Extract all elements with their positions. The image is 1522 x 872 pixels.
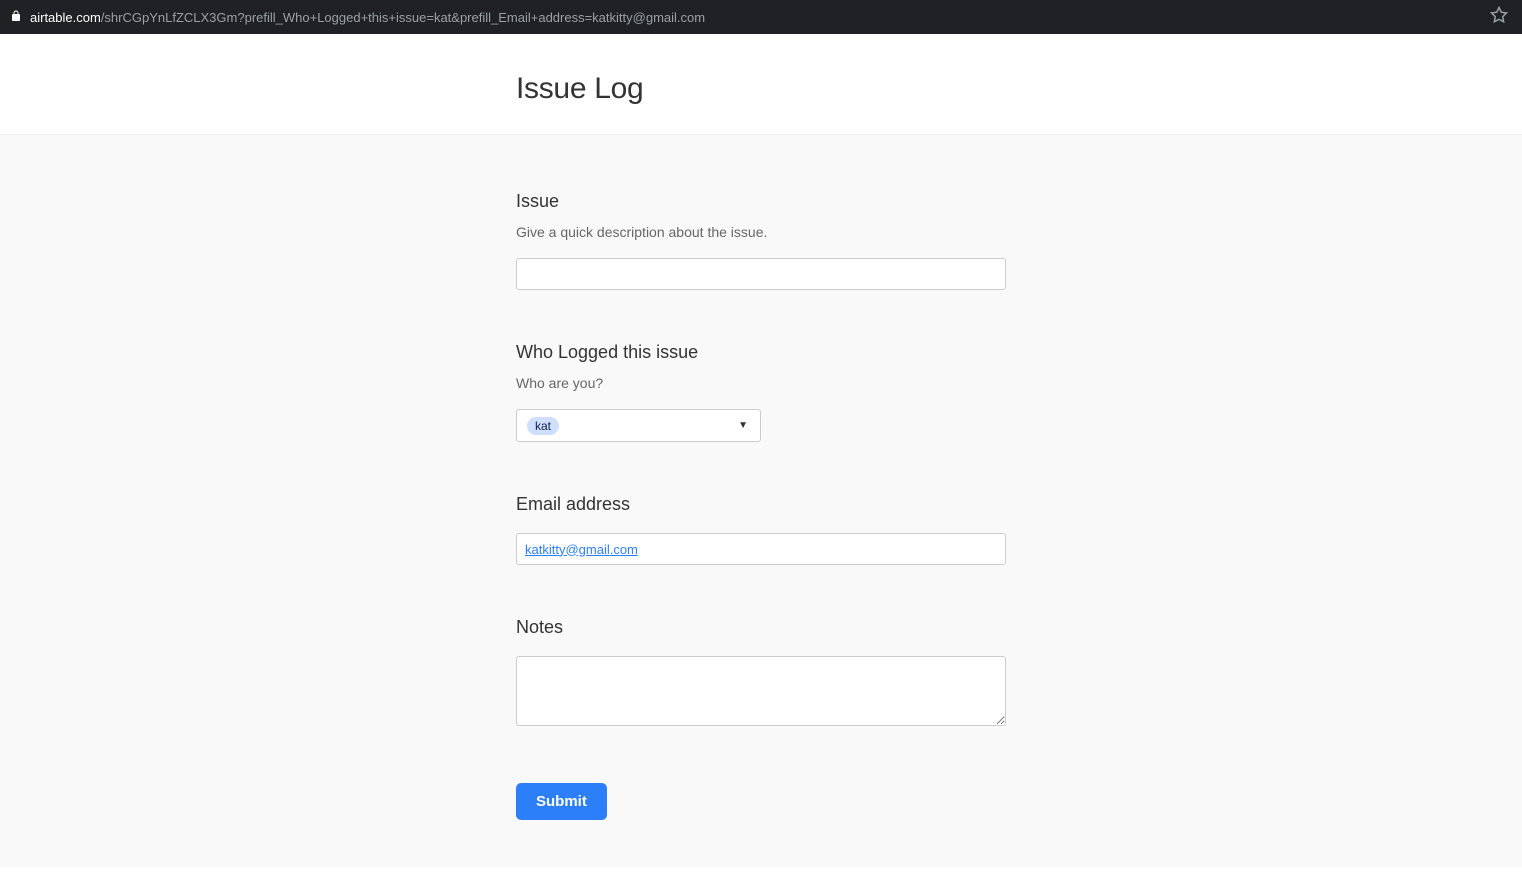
lock-icon [10,10,22,25]
who-logged-selected-tag: kat [527,417,559,435]
email-input[interactable]: katkitty@gmail.com [516,533,1006,565]
url-path: /shrCGpYnLfZCLX3Gm?prefill_Who+Logged+th… [101,10,705,25]
url-display[interactable]: airtable.com/shrCGpYnLfZCLX3Gm?prefill_W… [30,10,705,25]
email-value-link[interactable]: katkitty@gmail.com [525,542,638,557]
notes-field-group: Notes [516,617,1006,731]
issue-input[interactable] [516,258,1006,290]
who-logged-field-group: Who Logged this issue Who are you? kat ▼ [516,342,1006,442]
issue-label: Issue [516,191,1006,212]
email-field-group: Email address katkitty@gmail.com [516,494,1006,565]
form-body: Issue Give a quick description about the… [0,135,1522,867]
url-domain: airtable.com [30,10,101,25]
who-logged-select[interactable]: kat ▼ [516,409,761,442]
issue-description: Give a quick description about the issue… [516,224,1006,240]
submit-button[interactable]: Submit [516,783,607,820]
who-logged-description: Who are you? [516,375,1006,391]
who-logged-label: Who Logged this issue [516,342,1006,363]
notes-label: Notes [516,617,1006,638]
form-header-section: Issue Log [0,34,1522,135]
chevron-down-icon: ▼ [738,420,748,431]
bookmark-star-icon[interactable] [1490,6,1508,29]
notes-input[interactable] [516,656,1006,726]
browser-address-bar: airtable.com/shrCGpYnLfZCLX3Gm?prefill_W… [0,0,1522,34]
issue-field-group: Issue Give a quick description about the… [516,191,1006,290]
email-label: Email address [516,494,1006,515]
form-title: Issue Log [516,72,1006,106]
